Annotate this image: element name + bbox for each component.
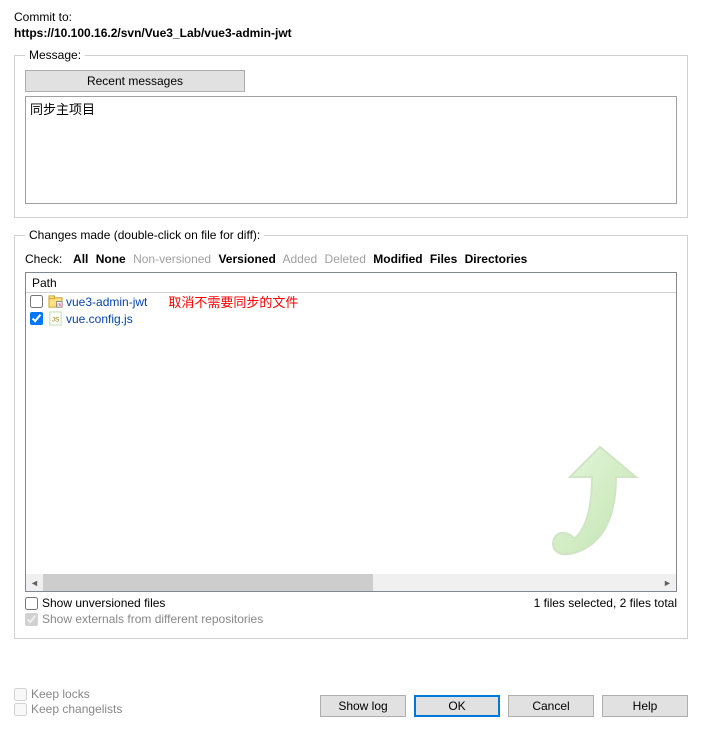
file-name-0: vue3-admin-jwt <box>66 295 147 309</box>
keep-locks-check: Keep locks <box>14 687 122 701</box>
keep-locks-checkbox <box>14 688 27 701</box>
scroll-left-button[interactable]: ◄ <box>26 574 43 591</box>
filter-added: Added <box>282 252 317 266</box>
file-annotation-0: 取消不需要同步的文件 <box>168 293 298 311</box>
check-filter-row: Check: All None Non-versioned Versioned … <box>25 252 677 266</box>
scroll-track[interactable] <box>43 574 659 591</box>
file-row[interactable]: m vue3-admin-jwt 取消不需要同步的文件 <box>26 293 676 310</box>
file-name-1: vue.config.js <box>66 312 133 326</box>
folder-icon: m <box>48 294 63 309</box>
scroll-right-button[interactable]: ► <box>659 574 676 591</box>
svg-text:JS: JS <box>52 316 60 323</box>
show-log-button[interactable]: Show log <box>320 695 406 717</box>
file-checkbox-0[interactable] <box>30 295 43 308</box>
svg-text:m: m <box>57 302 61 307</box>
changes-group: Changes made (double-click on file for d… <box>14 228 688 639</box>
scroll-thumb[interactable] <box>43 574 373 591</box>
selection-status: 1 files selected, 2 files total <box>534 596 677 610</box>
ok-button[interactable]: OK <box>414 695 500 717</box>
column-header-path[interactable]: Path <box>26 273 676 293</box>
message-group: Message: Recent messages <box>14 48 688 218</box>
keep-changelists-label: Keep changelists <box>31 702 122 716</box>
show-externals-checkbox <box>25 613 38 626</box>
help-button[interactable]: Help <box>602 695 688 717</box>
file-checkbox-1[interactable] <box>30 312 43 325</box>
commit-message-input[interactable] <box>25 96 677 204</box>
show-unversioned-label: Show unversioned files <box>42 596 165 610</box>
filter-files[interactable]: Files <box>430 252 457 266</box>
filter-versioned[interactable]: Versioned <box>218 252 275 266</box>
recent-messages-button[interactable]: Recent messages <box>25 70 245 92</box>
filter-modified[interactable]: Modified <box>373 252 422 266</box>
show-unversioned-checkbox[interactable] <box>25 597 38 610</box>
file-row[interactable]: JS vue.config.js <box>26 310 676 327</box>
filter-none[interactable]: None <box>96 252 126 266</box>
check-label: Check: <box>25 252 62 266</box>
keep-locks-label: Keep locks <box>31 687 90 701</box>
message-legend: Message: <box>25 48 85 62</box>
show-externals-label: Show externals from different repositori… <box>42 612 263 626</box>
commit-to-label: Commit to: <box>14 10 688 24</box>
cancel-button[interactable]: Cancel <box>508 695 594 717</box>
show-externals-check: Show externals from different repositori… <box>25 612 263 626</box>
filter-all[interactable]: All <box>73 252 88 266</box>
horizontal-scrollbar[interactable]: ◄ ► <box>26 574 676 591</box>
changes-legend: Changes made (double-click on file for d… <box>25 228 264 242</box>
filter-directories[interactable]: Directories <box>465 252 528 266</box>
file-list[interactable]: Path m vue3-admin-jwt 取消不需要同步的文件 JS vue.… <box>25 272 677 592</box>
commit-url: https://10.100.16.2/svn/Vue3_Lab/vue3-ad… <box>14 26 688 40</box>
keep-changelists-check: Keep changelists <box>14 702 122 716</box>
js-file-icon: JS <box>48 311 63 326</box>
show-unversioned-check[interactable]: Show unversioned files <box>25 596 263 610</box>
filter-deleted: Deleted <box>325 252 366 266</box>
keep-changelists-checkbox <box>14 703 27 716</box>
filter-non-versioned: Non-versioned <box>133 252 211 266</box>
